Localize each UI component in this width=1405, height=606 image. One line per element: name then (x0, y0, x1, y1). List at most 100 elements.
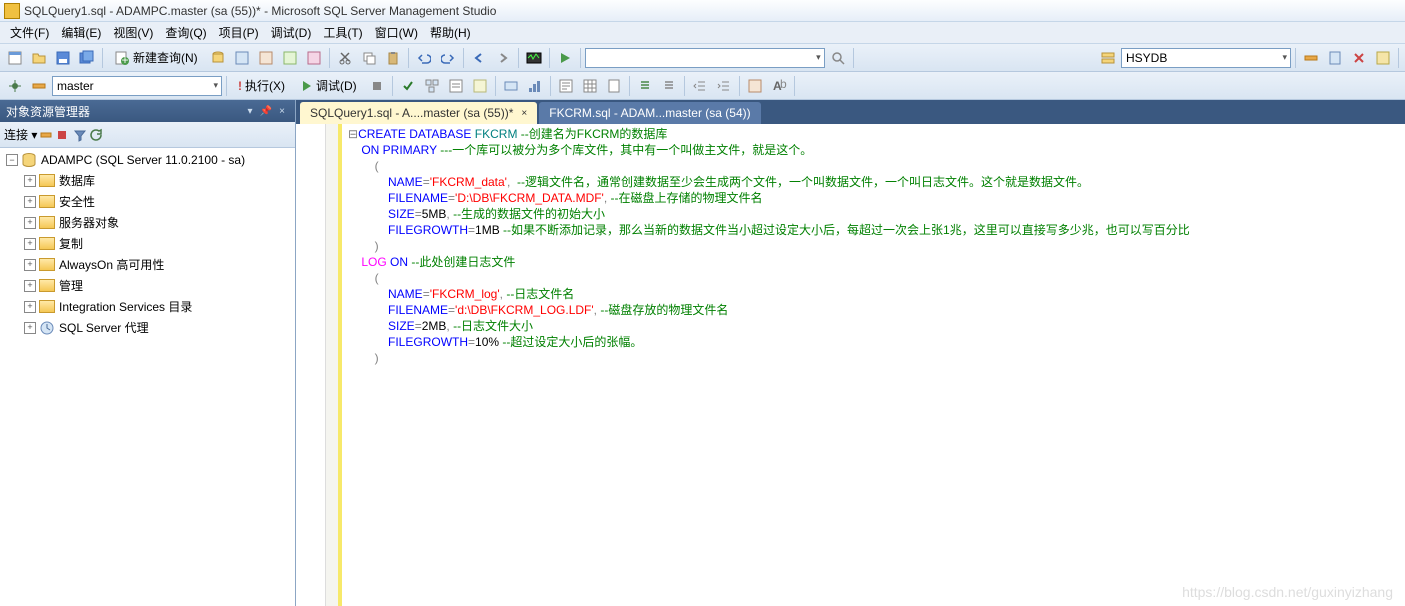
tab-sqlquery1[interactable]: SQLQuery1.sql - A....master (sa (55))*× (300, 102, 537, 124)
connect-dropdown[interactable]: 连接 ▾ (4, 126, 37, 143)
results-text-icon[interactable] (555, 75, 577, 97)
connect-icon[interactable] (4, 75, 26, 97)
pin-icon[interactable]: 📌 (259, 104, 273, 118)
window-title: SQLQuery1.sql - ADAMPC.master (sa (55))*… (24, 4, 496, 18)
nav-forward-icon[interactable] (492, 47, 514, 69)
parse-icon[interactable] (397, 75, 419, 97)
query-options-icon[interactable] (445, 75, 467, 97)
results-grid-icon[interactable] (579, 75, 601, 97)
code-body[interactable]: ⊟CREATE DATABASE FKCRM --创建名为FKCRM的数据库 O… (342, 124, 1405, 606)
save-all-icon[interactable] (76, 47, 98, 69)
menu-debug[interactable]: 调试(D) (265, 22, 318, 43)
execute-button[interactable]: ! 执行(X) (231, 74, 292, 97)
undo-icon[interactable] (413, 47, 435, 69)
copy-icon[interactable] (358, 47, 380, 69)
find-icon[interactable] (827, 47, 849, 69)
folder-icon (39, 300, 55, 313)
server-node[interactable]: − ADAMPC (SQL Server 11.0.2100 - sa) (2, 150, 293, 170)
node-management[interactable]: +管理 (20, 275, 293, 296)
registered-servers2-icon[interactable] (1324, 47, 1346, 69)
collapse-icon[interactable]: − (6, 154, 18, 166)
node-replication[interactable]: +复制 (20, 233, 293, 254)
disconnect-icon[interactable] (39, 128, 53, 142)
node-databases[interactable]: +数据库 (20, 170, 293, 191)
template-explorer-icon[interactable] (1372, 47, 1394, 69)
object-tree[interactable]: − ADAMPC (SQL Server 11.0.2100 - sa) +数据… (0, 148, 295, 606)
uncomment-icon[interactable] (658, 75, 680, 97)
database-combo[interactable]: HSYDB (1121, 48, 1291, 68)
object-explorer-title: 对象资源管理器 (6, 103, 90, 120)
expand-icon[interactable]: + (24, 280, 36, 292)
paste-icon[interactable] (382, 47, 404, 69)
estimated-plan-icon[interactable] (421, 75, 443, 97)
filter-icon[interactable] (73, 128, 87, 142)
new-project-icon[interactable] (4, 47, 26, 69)
comment-icon[interactable] (634, 75, 656, 97)
menu-file[interactable]: 文件(F) (4, 22, 55, 43)
node-server-objects[interactable]: +服务器对象 (20, 212, 293, 233)
registered-servers-icon[interactable] (1097, 47, 1119, 69)
include-plan-icon[interactable] (500, 75, 522, 97)
cancel-query-icon[interactable] (366, 75, 388, 97)
node-alwayson[interactable]: + AlwaysOn 高可用性 (20, 254, 293, 275)
stop-icon[interactable] (55, 128, 69, 142)
menu-window[interactable]: 窗口(W) (369, 22, 424, 43)
results-file-icon[interactable] (603, 75, 625, 97)
expand-icon[interactable]: + (24, 259, 36, 271)
code-editor[interactable]: ⊟CREATE DATABASE FKCRM --创建名为FKCRM的数据库 O… (296, 124, 1405, 606)
menu-tools[interactable]: 工具(T) (317, 22, 368, 43)
dmx-query-icon[interactable] (279, 47, 301, 69)
expand-icon[interactable]: + (24, 196, 36, 208)
tab-close-icon[interactable]: × (521, 108, 527, 119)
intellisense-icon[interactable] (469, 75, 491, 97)
menu-query[interactable]: 查询(Q) (159, 22, 212, 43)
menu-edit[interactable]: 编辑(E) (55, 22, 107, 43)
dropdown-icon[interactable]: ▾ (243, 104, 257, 118)
start-debug-icon[interactable] (554, 47, 576, 69)
disconnect-icon[interactable] (1348, 47, 1370, 69)
include-stats-icon[interactable] (524, 75, 546, 97)
menubar: 文件(F) 编辑(E) 视图(V) 查询(Q) 项目(P) 调试(D) 工具(T… (0, 22, 1405, 44)
menu-view[interactable]: 视图(V) (107, 22, 159, 43)
find-combo[interactable] (585, 48, 825, 68)
expand-icon[interactable]: + (24, 175, 36, 187)
specify-values-icon[interactable] (744, 75, 766, 97)
close-icon[interactable]: × (275, 104, 289, 118)
activity-monitor-icon[interactable] (523, 47, 545, 69)
folder-icon (39, 195, 55, 208)
separator (1295, 48, 1296, 68)
menu-project[interactable]: 项目(P) (213, 22, 265, 43)
change-connection-icon[interactable] (1300, 47, 1322, 69)
node-agent[interactable]: +SQL Server 代理 (20, 317, 293, 338)
nav-back-icon[interactable] (468, 47, 490, 69)
xmla-query-icon[interactable] (303, 47, 325, 69)
refresh-icon[interactable] (89, 128, 103, 142)
cut-icon[interactable] (334, 47, 356, 69)
redo-icon[interactable] (437, 47, 459, 69)
menu-help[interactable]: 帮助(H) (424, 22, 477, 43)
node-label: AlwaysOn 高可用性 (59, 256, 164, 273)
save-icon[interactable] (52, 47, 74, 69)
trace-query-icon[interactable]: Ab (768, 75, 790, 97)
expand-icon[interactable]: + (24, 238, 36, 250)
debug-button[interactable]: 调试(D) (294, 74, 364, 97)
node-security[interactable]: +安全性 (20, 191, 293, 212)
toolbar-main: + 新建查询(N) HSYDB (0, 44, 1405, 72)
separator (580, 48, 581, 68)
db-engine-query-icon[interactable] (207, 47, 229, 69)
new-query-button[interactable]: + 新建查询(N) (107, 46, 205, 69)
indent-less-icon[interactable] (689, 75, 711, 97)
mdx-query-icon[interactable] (255, 47, 277, 69)
expand-icon[interactable]: + (24, 322, 36, 334)
tab-fkcrm[interactable]: FKCRM.sql - ADAM...master (sa (54)) (539, 102, 760, 124)
expand-icon[interactable]: + (24, 301, 36, 313)
change-conn-icon[interactable] (28, 75, 50, 97)
open-icon[interactable] (28, 47, 50, 69)
db-context-combo[interactable]: master (52, 76, 222, 96)
toolbar-sql: master ! 执行(X) 调试(D) Ab (0, 72, 1405, 100)
indent-more-icon[interactable] (713, 75, 735, 97)
node-integration[interactable]: +Integration Services 目录 (20, 296, 293, 317)
analysis-query-icon[interactable] (231, 47, 253, 69)
execute-icon: ! (238, 79, 242, 93)
expand-icon[interactable]: + (24, 217, 36, 229)
